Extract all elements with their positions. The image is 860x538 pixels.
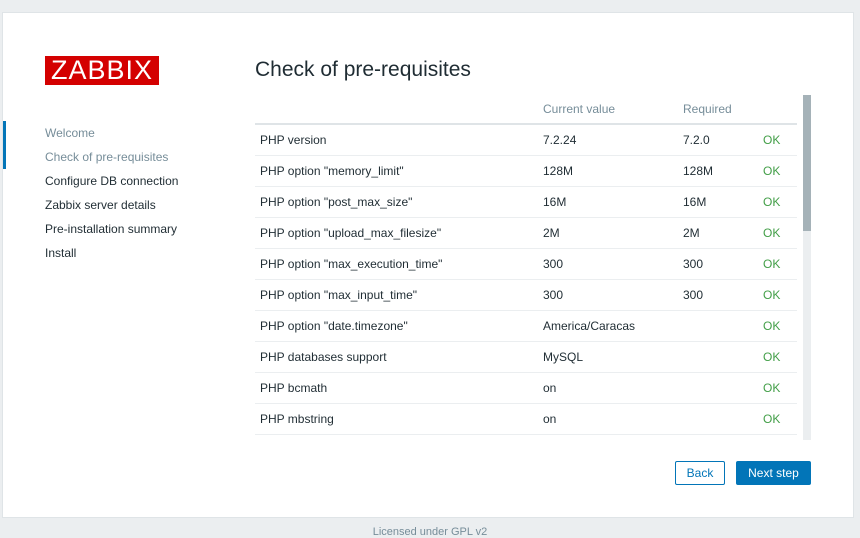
row-required: 16M — [678, 186, 758, 218]
table-row: PHP databases support MySQL OK — [255, 341, 797, 373]
row-name: PHP option "max_execution_time" — [255, 248, 538, 280]
step-welcome: Welcome — [3, 121, 178, 145]
zabbix-logo: ZABBIX — [45, 56, 159, 85]
table-row: PHP option "date.timezone" America/Carac… — [255, 310, 797, 342]
row-status: OK — [758, 217, 797, 249]
row-current: 300 — [538, 248, 678, 280]
table-header-row: Current value Required — [255, 95, 797, 125]
row-required — [678, 372, 758, 404]
row-name: PHP option "upload_max_filesize" — [255, 217, 538, 249]
row-current: MySQL — [538, 341, 678, 373]
header-required: Required — [678, 95, 758, 125]
row-name: PHP version — [255, 124, 538, 156]
header-name — [255, 95, 538, 125]
row-name: PHP option "post_max_size" — [255, 186, 538, 218]
prerequisites-table: Current value Required PHP version 7.2.2… — [255, 95, 797, 435]
row-status: OK — [758, 248, 797, 280]
table-row: PHP bcmath on OK — [255, 372, 797, 404]
table-row: PHP option "max_execution_time" 300 300 … — [255, 248, 797, 280]
row-current: America/Caracas — [538, 310, 678, 342]
license-footer-link[interactable]: Licensed under GPL v2 — [0, 526, 860, 538]
row-status: OK — [758, 279, 797, 311]
row-required: 7.2.0 — [678, 124, 758, 156]
step-configure-db: Configure DB connection — [45, 174, 179, 188]
row-name: PHP databases support — [255, 341, 538, 373]
row-required: 300 — [678, 279, 758, 311]
header-current-value: Current value — [538, 95, 678, 125]
row-status: OK — [758, 186, 797, 218]
table-row: PHP option "max_input_time" 300 300 OK — [255, 279, 797, 311]
row-name: PHP option "max_input_time" — [255, 279, 538, 311]
step-pre-install-summary: Pre-installation summary — [45, 222, 178, 236]
row-required: 128M — [678, 155, 758, 187]
table-row: PHP mbstring on OK — [255, 403, 797, 435]
row-current: 7.2.24 — [538, 124, 678, 156]
row-status: OK — [758, 310, 797, 342]
row-name: PHP option "memory_limit" — [255, 155, 538, 187]
row-name: PHP mbstring — [255, 403, 538, 435]
step-install: Install — [45, 246, 77, 260]
row-status: OK — [758, 155, 797, 187]
row-status: OK — [758, 403, 797, 435]
row-name: PHP option "date.timezone" — [255, 310, 538, 342]
row-name: PHP bcmath — [255, 372, 538, 404]
table-row: PHP option "upload_max_filesize" 2M 2M O… — [255, 217, 797, 249]
wizard-steps: Welcome Check of pre-requisites Configur… — [3, 121, 178, 265]
table-row: PHP option "post_max_size" 16M 16M OK — [255, 186, 797, 218]
setup-wizard: ZABBIX Welcome Check of pre-requisites C… — [2, 12, 854, 518]
row-status: OK — [758, 124, 797, 156]
row-status: OK — [758, 341, 797, 373]
row-required — [678, 403, 758, 435]
row-current: on — [538, 403, 678, 435]
table-scrollbar[interactable] — [803, 95, 811, 440]
table-row: PHP option "memory_limit" 128M 128M OK — [255, 155, 797, 187]
page-title: Check of pre-requisites — [255, 58, 471, 81]
scrollbar-thumb[interactable] — [803, 95, 811, 231]
row-required — [678, 310, 758, 342]
row-current: 300 — [538, 279, 678, 311]
step-server-details: Zabbix server details — [45, 198, 156, 212]
row-required — [678, 341, 758, 373]
row-current: 16M — [538, 186, 678, 218]
header-status — [758, 95, 797, 125]
table-row: PHP version 7.2.24 7.2.0 OK — [255, 124, 797, 156]
prerequisites-table-container: Current value Required PHP version 7.2.2… — [255, 95, 811, 440]
row-current: 128M — [538, 155, 678, 187]
back-button[interactable]: Back — [675, 461, 725, 485]
row-current: 2M — [538, 217, 678, 249]
step-check-prerequisites: Check of pre-requisites — [3, 145, 178, 169]
next-step-button[interactable]: Next step — [736, 461, 811, 485]
row-current: on — [538, 372, 678, 404]
row-required: 300 — [678, 248, 758, 280]
row-required: 2M — [678, 217, 758, 249]
row-status: OK — [758, 372, 797, 404]
